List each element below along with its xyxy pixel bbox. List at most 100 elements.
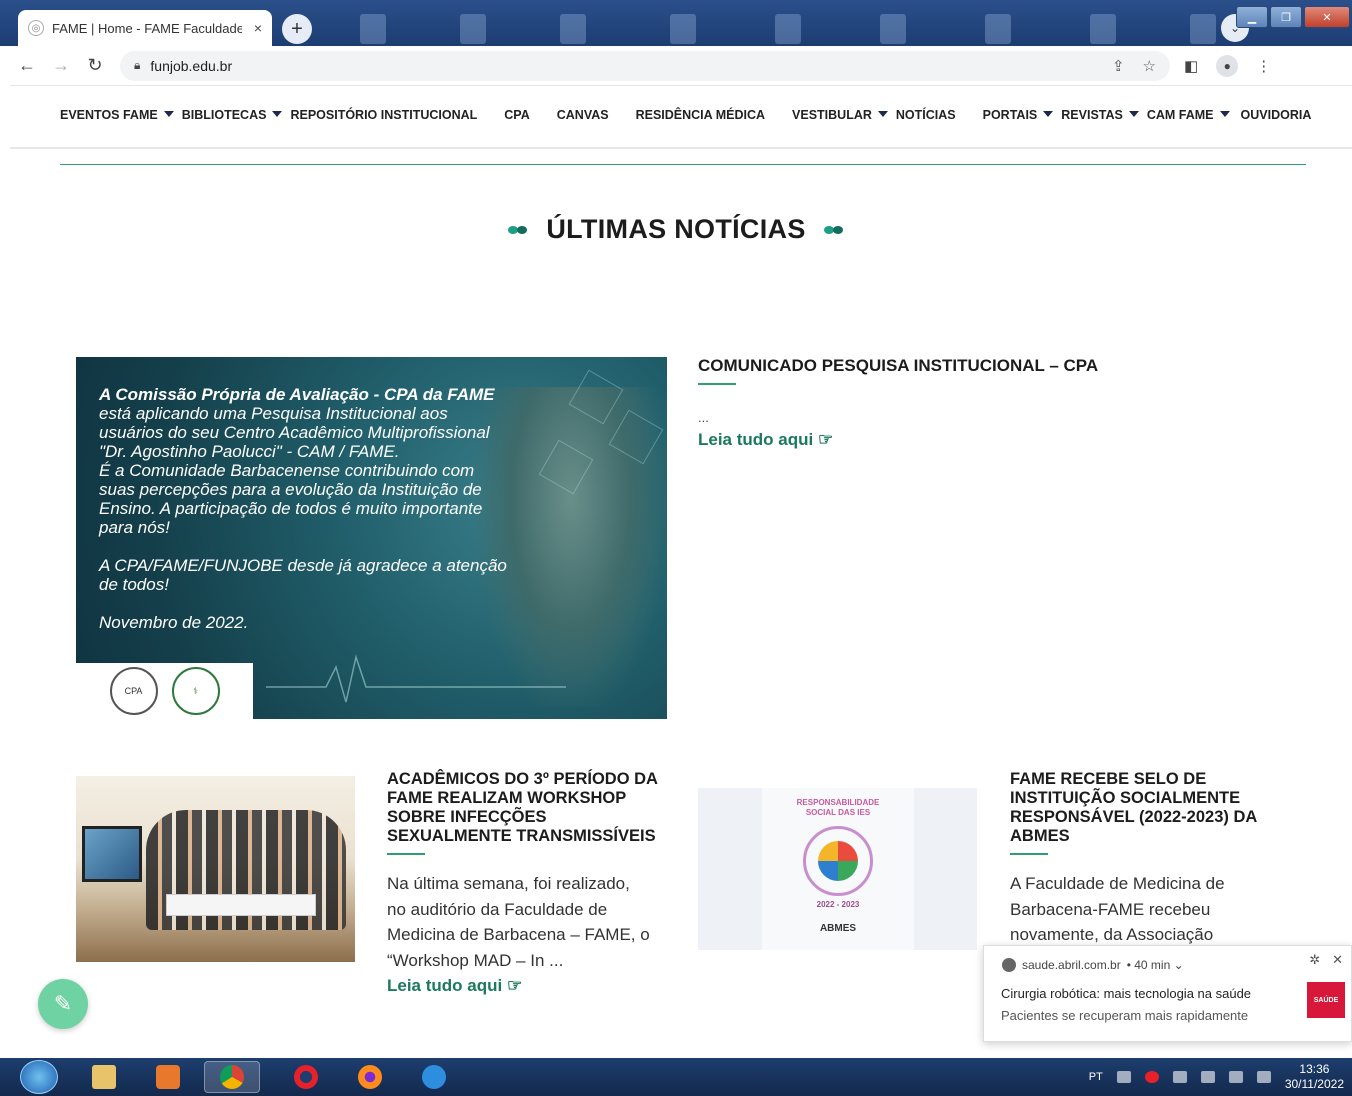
section-title: ÚLTIMAS NOTÍCIAS — [546, 214, 806, 244]
image-text-line: usuários do seu Centro Acadêmico Multipr… — [99, 423, 490, 442]
minimize-icon[interactable]: ▁ — [1236, 6, 1268, 28]
image-text-line: para nós! — [99, 518, 170, 537]
abmes-news-image[interactable]: RESPONSABILIDADE SOCIAL DAS IES 2022 - 2… — [698, 788, 977, 950]
flag-icon[interactable] — [1228, 1071, 1243, 1083]
workshop-news-title[interactable]: ACADÊMICOS DO 3º PERÍODO DA FAME REALIZA… — [387, 770, 658, 846]
reload-icon[interactable]: ↻ — [78, 55, 112, 76]
nav-item-label: OUVIDORIA — [1240, 108, 1312, 122]
notification-close-icon[interactable]: ✕ — [1332, 952, 1343, 968]
browser-tab-active[interactable]: ◎ FAME | Home - FAME Faculdade de × — [18, 10, 272, 46]
nav-item-label: CANVAS — [556, 108, 609, 122]
title-line: ABMES — [1010, 827, 1070, 845]
opera-icon[interactable] — [288, 1061, 324, 1093]
desktop-decoration — [775, 14, 801, 44]
tab-close-icon[interactable]: × — [254, 20, 262, 36]
nav-item-portais[interactable]: PORTAIS — [983, 108, 1054, 122]
nav-item-label: EVENTOS FAME — [60, 108, 158, 122]
nav-item-label: NOTÍCIAS — [895, 108, 956, 122]
chrome-taskbar-icon[interactable] — [204, 1061, 260, 1093]
caret-down-icon — [1043, 111, 1054, 117]
display-icon[interactable] — [1256, 1071, 1271, 1083]
section-heading: ÚLTIMAS NOTÍCIAS — [0, 214, 1352, 245]
workshop-read-more-link[interactable]: Leia tudo aqui ☞ — [387, 976, 522, 996]
abmes-news-excerpt: A Faculdade de Medicina de Barbacena-FAM… — [1010, 871, 1225, 948]
clock[interactable]: 13:36 30/11/2022 — [1285, 1062, 1344, 1092]
seal-text-line: SOCIAL DAS IES — [805, 808, 871, 817]
bookmark-star-icon[interactable]: ☆ — [1143, 57, 1156, 75]
nav-item-label: CPA — [504, 108, 530, 122]
browser-tabbar: ◎ FAME | Home - FAME Faculdade de × + ⌄ … — [0, 0, 1352, 46]
forward-arrow-icon[interactable]: → — [44, 55, 78, 76]
share-icon[interactable]: ⇪ — [1112, 57, 1125, 75]
featured-excerpt: ... — [698, 410, 709, 425]
media-player-icon[interactable] — [150, 1061, 186, 1093]
clock-time: 13:36 — [1299, 1062, 1330, 1076]
start-button[interactable] — [20, 1060, 58, 1094]
url-text[interactable]: funjob.edu.br — [150, 58, 232, 74]
file-explorer-icon[interactable] — [86, 1061, 122, 1093]
excerpt-line: Medicina de Barbacena – FAME, o — [387, 925, 650, 944]
featured-news-image[interactable]: A Comissão Própria de Avaliação - CPA da… — [76, 357, 667, 719]
image-text-line: Ensino. A participação de todos é muito … — [99, 499, 483, 518]
ecg-line-decoration — [266, 654, 566, 703]
network-icon[interactable] — [1200, 1071, 1215, 1083]
leaf-ornament-icon — [822, 225, 846, 235]
menu-kebab-icon[interactable]: ⋮ — [1256, 57, 1271, 75]
abmes-news-title[interactable]: FAME RECEBE SELO DE INSTITUIÇÃO SOCIALME… — [1010, 770, 1257, 846]
image-text-line: A CPA/FAME/FUNJOBE desde já agradece a a… — [99, 556, 507, 575]
new-tab-button[interactable]: + — [282, 14, 312, 44]
maximize-icon[interactable]: ❐ — [1270, 6, 1302, 28]
notification-settings-icon[interactable]: ✲ — [1309, 952, 1320, 968]
excerpt-line: novamente, da Associação — [1010, 925, 1214, 944]
profile-avatar-icon[interactable]: ● — [1216, 54, 1239, 77]
tab-title: FAME | Home - FAME Faculdade de — [52, 20, 242, 36]
divider-line — [60, 164, 1306, 165]
language-indicator[interactable]: PT — [1089, 1071, 1103, 1083]
nav-item-revistas[interactable]: REVISTAS — [1061, 108, 1139, 122]
nav-item-eventos-fame[interactable]: EVENTOS FAME — [60, 108, 174, 122]
fame-seal-logo: ⚕ — [171, 667, 220, 715]
side-panel-icon[interactable]: ◧ — [1184, 57, 1198, 75]
image-text-line: É a Comunidade Barbacenense contribuindo… — [99, 461, 475, 480]
desktop-decoration — [670, 14, 696, 44]
image-text-line: de todos! — [99, 575, 169, 594]
lock-icon[interactable]: 🔒︎ — [134, 58, 140, 73]
notification-domain: saude.abril.com.br — [1022, 958, 1121, 972]
featured-read-more-link[interactable]: Leia tudo aqui ☞ — [698, 430, 833, 450]
nav-item-cpa[interactable]: CPA — [504, 108, 529, 122]
logos-strip: CPA ⚕ — [76, 663, 253, 719]
opera-tray-icon[interactable] — [1144, 1071, 1159, 1083]
internet-explorer-icon[interactable] — [416, 1061, 452, 1093]
people-badge-icon — [803, 826, 873, 896]
nav-item-canvas[interactable]: CANVAS — [557, 108, 609, 122]
browser-notification[interactable]: saude.abril.com.br • 40 min ⌄ ✲ ✕ Cirurg… — [983, 945, 1352, 1042]
title-line: SOBRE INFECÇÕES — [387, 808, 547, 826]
back-arrow-icon[interactable]: ← — [10, 55, 44, 76]
nav-item-repositório-institucional[interactable]: REPOSITÓRIO INSTITUCIONAL — [290, 108, 477, 122]
nav-item-cam-fame[interactable]: CAM FAME — [1147, 108, 1230, 122]
title-underline — [698, 383, 736, 385]
nav-item-residência-médica[interactable]: RESIDÊNCIA MÉDICA — [636, 108, 765, 122]
image-text-line: está aplicando uma Pesquisa Instituciona… — [99, 404, 448, 423]
workshop-news-image[interactable] — [76, 776, 355, 962]
desktop-decoration — [360, 14, 386, 44]
system-tray: PT 13:36 30/11/2022 — [1089, 1058, 1352, 1096]
abmes-seal: RESPONSABILIDADE SOCIAL DAS IES 2022 - 2… — [762, 788, 914, 950]
seal-text-line: RESPONSABILIDADE — [796, 798, 880, 807]
nav-item-ouvidoria[interactable]: OUVIDORIA — [1241, 108, 1312, 122]
browser-toolbar: ← → ↻ 🔒︎ funjob.edu.br ⇪ ☆ ◧ ● ⋮ — [10, 46, 1352, 86]
volume-icon[interactable] — [1172, 1071, 1187, 1083]
address-bar[interactable]: 🔒︎ funjob.edu.br ⇪ ☆ — [120, 50, 1170, 81]
workshop-news-excerpt: Na última semana, foi realizado, no audi… — [387, 871, 650, 973]
nav-item-notícias[interactable]: NOTÍCIAS — [896, 108, 956, 122]
pointing-hand-icon: ☞ — [506, 976, 523, 995]
title-underline — [387, 853, 425, 855]
close-window-icon[interactable]: ✕ — [1304, 6, 1350, 28]
accessibility-float-button[interactable]: ✎ — [38, 979, 88, 1029]
nav-item-bibliotecas[interactable]: BIBLIOTECAS — [182, 108, 283, 122]
keyboard-icon[interactable] — [1116, 1071, 1131, 1083]
caret-down-icon — [163, 111, 174, 117]
featured-news-title[interactable]: COMUNICADO PESQUISA INSTITUCIONAL – CPA — [698, 356, 1098, 376]
nav-item-vestibular[interactable]: VESTIBULAR — [792, 108, 888, 122]
firefox-icon[interactable] — [352, 1061, 388, 1093]
